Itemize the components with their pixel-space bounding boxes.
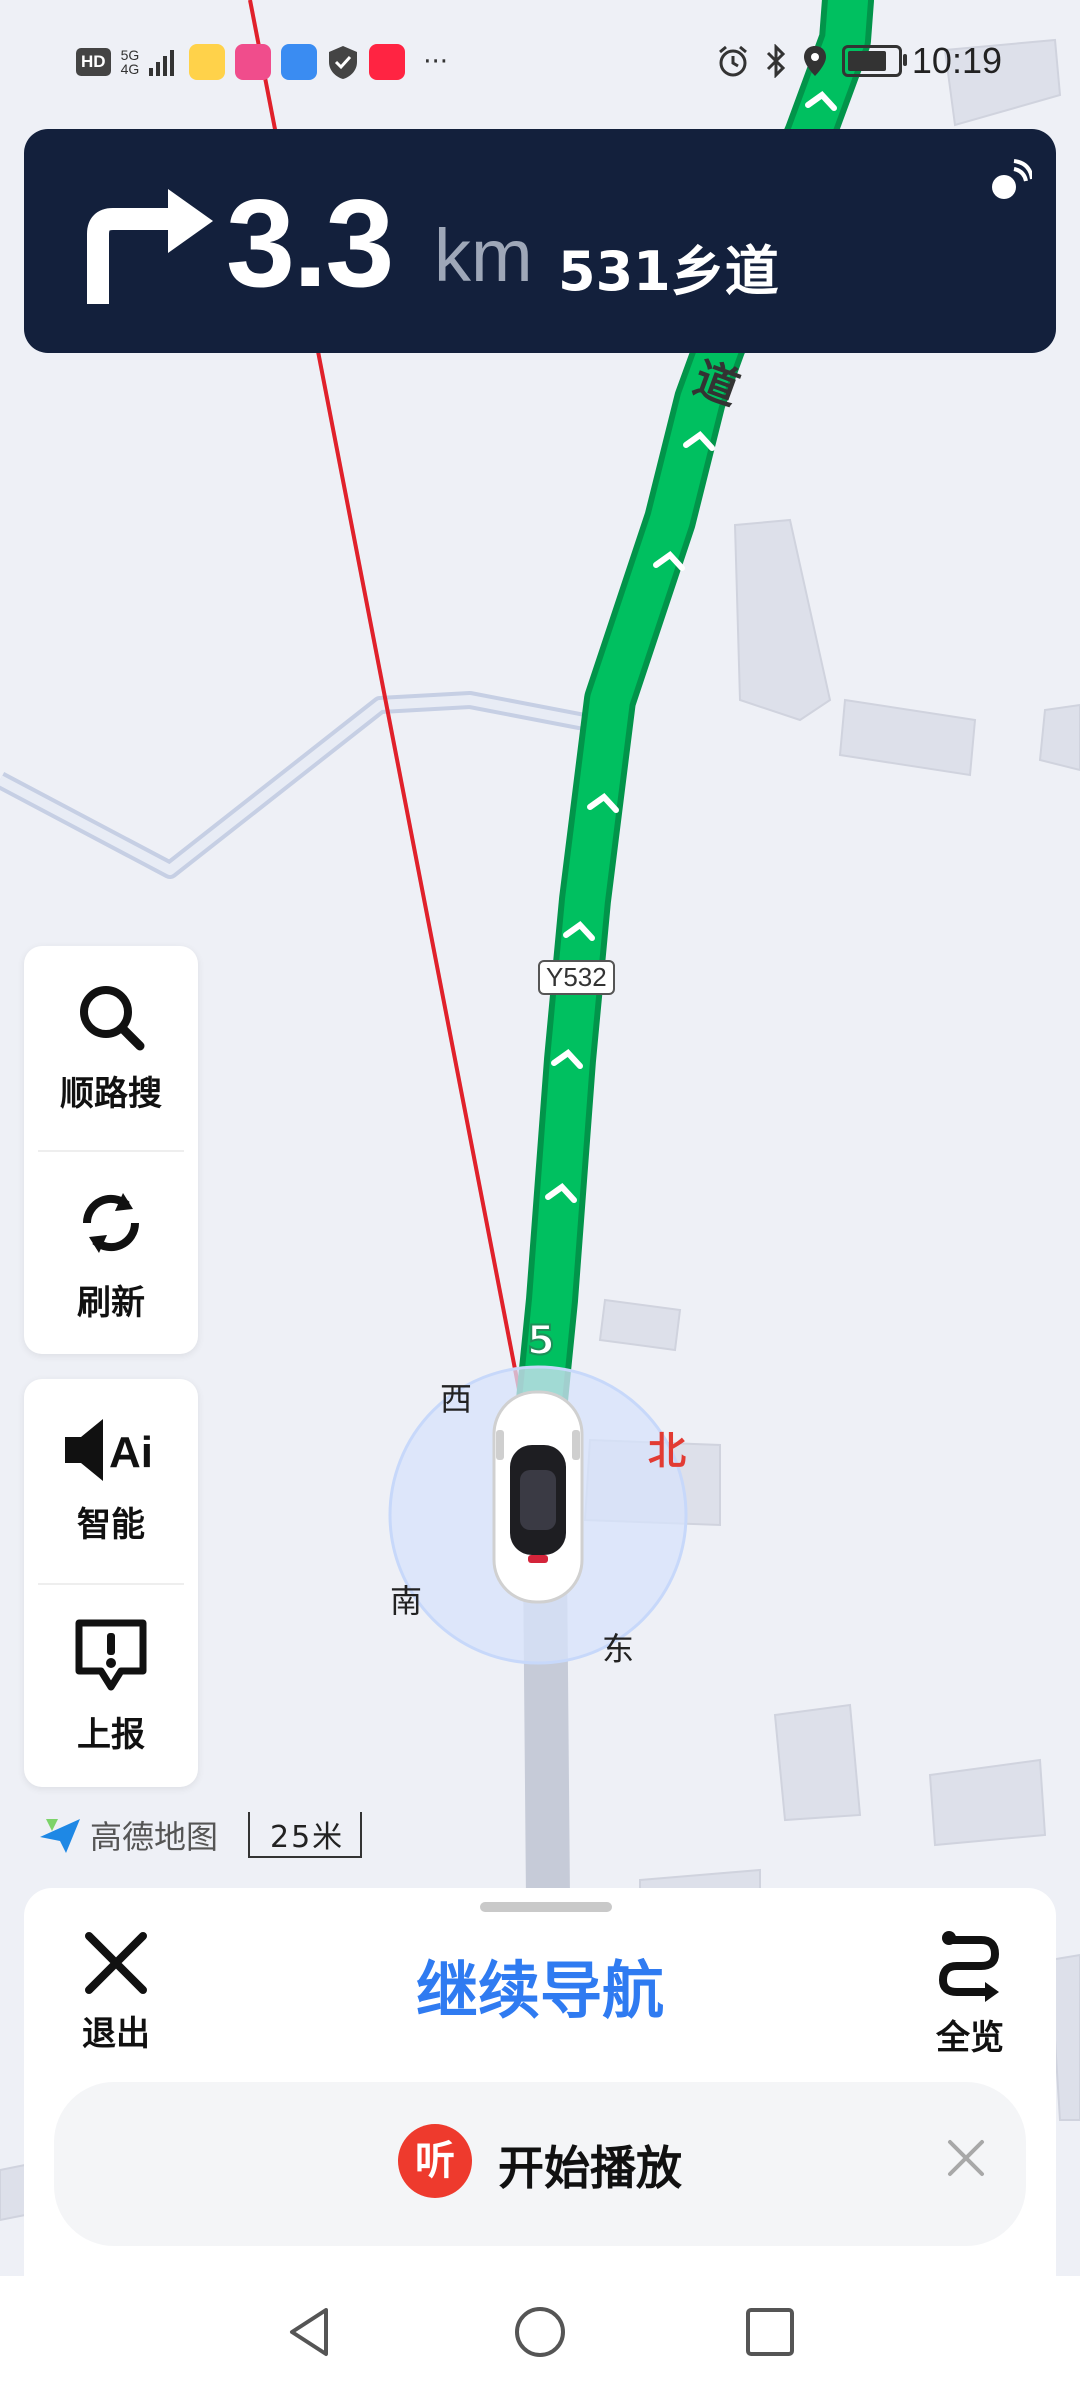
listen-app-icon: 听 <box>398 2124 472 2198</box>
speaker-ai-icon: Ai <box>65 1418 153 1481</box>
gps-signal-icon <box>992 159 1032 199</box>
location-icon <box>804 46 826 76</box>
overview-label: 全览 <box>936 2018 1004 2058</box>
map-logo-text: 高德地图 <box>90 1818 219 1856</box>
amap-logo-icon <box>40 1819 80 1853</box>
alarm-icon <box>719 45 747 77</box>
hd-badge: HD <box>76 48 111 76</box>
map-logo: 高德地图 <box>38 1812 218 1858</box>
compass-east-label: 东 <box>602 1630 635 1668</box>
next-road-name: 531乡道 <box>558 240 779 303</box>
route-overview-icon <box>938 1931 1000 2002</box>
route-overview-button[interactable]: 全览 <box>920 1928 1020 2059</box>
audio-player-bar[interactable]: 听 开始播放 <box>54 2082 1026 2246</box>
status-bar: HD 5G 4G ··· 10:19 <box>0 0 1080 130</box>
recents-icon[interactable] <box>742 2304 798 2360</box>
clock: 10:19 <box>911 40 1002 81</box>
refresh-icon <box>82 1192 140 1253</box>
distance-unit: km <box>434 214 533 297</box>
bottom-sheet: 退出 继续导航 全览 听 开始播放 <box>24 1888 1056 2276</box>
battery-icon <box>842 45 907 77</box>
turn-right-icon <box>87 189 213 304</box>
road-number-fragment: 5 <box>526 1317 556 1365</box>
report-alert-icon <box>75 1619 147 1690</box>
shield-icon <box>329 46 358 79</box>
map-scale: 25米 <box>248 1812 362 1858</box>
voice-report-group: Ai 智能 上报 <box>24 1379 198 1787</box>
continue-navigation-button[interactable]: 继续导航 <box>24 1940 1056 2030</box>
search-along-route-button[interactable]: 顺路搜 <box>24 946 198 1150</box>
compass-north-label: 北 <box>648 1429 687 1473</box>
compass-south-label: 南 <box>390 1582 423 1620</box>
refresh-label: 刷新 <box>77 1282 145 1323</box>
app-notification-icon <box>281 44 318 80</box>
app-notification-icon <box>189 44 226 80</box>
back-icon[interactable] <box>282 2304 338 2360</box>
system-navigation-bar <box>0 2276 1080 2388</box>
close-player-icon[interactable] <box>944 2136 988 2180</box>
sheet-drag-handle[interactable] <box>480 1902 612 1912</box>
more-notifications-icon: ··· <box>423 47 449 77</box>
car-icon <box>492 1390 584 1604</box>
report-button[interactable]: 上报 <box>38 1583 184 1789</box>
svg-text:Ai: Ai <box>109 1428 153 1477</box>
search-icon <box>80 985 145 1050</box>
smart-voice-label: 智能 <box>77 1504 145 1545</box>
navigation-instruction-card[interactable]: 3.3 km 531乡道 <box>24 129 1056 353</box>
map-scale-text: 25米 <box>270 1820 345 1855</box>
report-label: 上报 <box>77 1714 145 1755</box>
start-playback-button[interactable]: 开始播放 <box>498 2132 682 2198</box>
home-icon[interactable] <box>512 2304 568 2360</box>
search-along-route-label: 顺路搜 <box>60 1073 162 1114</box>
signal-indicator: 5G 4G <box>120 47 140 77</box>
turn-distance: 3.3 <box>226 175 394 313</box>
map-tools-group: 顺路搜 刷新 <box>24 946 198 1354</box>
bluetooth-icon <box>766 44 786 78</box>
smart-voice-button[interactable]: Ai 智能 <box>24 1379 198 1583</box>
app-notification-icon <box>369 44 406 80</box>
road-shield: Y532 <box>538 960 615 995</box>
app-notification-icon <box>235 44 272 80</box>
compass-west-label: 西 <box>440 1380 473 1418</box>
signal-bars-icon <box>149 50 175 76</box>
refresh-route-button[interactable]: 刷新 <box>38 1150 184 1356</box>
